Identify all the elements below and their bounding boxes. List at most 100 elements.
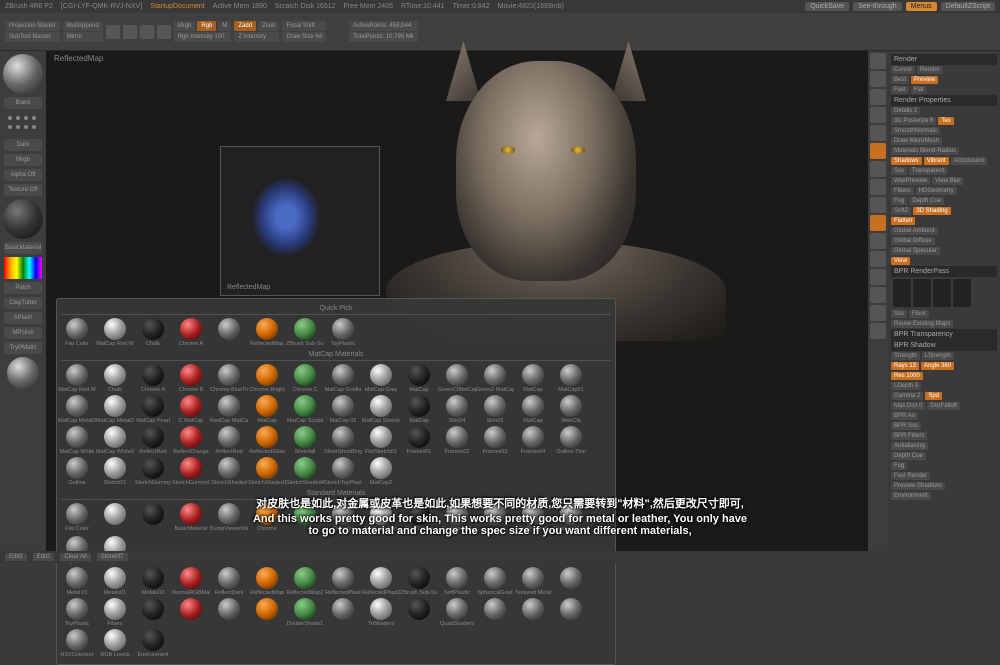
zsub-button[interactable]: Zsub: [258, 21, 279, 31]
res-slider[interactable]: Res 1000: [891, 372, 923, 380]
material-swatch[interactable]: FastShader: [403, 503, 435, 532]
material-swatch[interactable]: Outline Thin: [555, 426, 587, 455]
material-swatch[interactable]: Frames04: [517, 426, 549, 455]
subtool-master-button[interactable]: SubTool Master: [5, 32, 60, 42]
material-swatch[interactable]: Sketch01: [99, 457, 131, 486]
material-swatch[interactable]: MatCap Red W: [61, 364, 93, 393]
clearall-button[interactable]: Clear All: [60, 553, 90, 561]
antialiasing-header[interactable]: Antialiasing: [891, 442, 928, 450]
edit2-button[interactable]: Edit2: [5, 553, 27, 561]
cursor-button[interactable]: Cursor: [891, 66, 915, 74]
smooth-normals-toggle[interactable]: SmoothNormals: [891, 127, 940, 135]
material-swatch[interactable]: MatCap MetalD: [61, 395, 93, 424]
ghost-icon[interactable]: [870, 287, 886, 303]
material-swatch[interactable]: MatCap: [403, 364, 435, 393]
material-swatch[interactable]: MatCap 02: [327, 395, 359, 424]
trypmatic-button[interactable]: TryPMatic: [4, 342, 42, 354]
menus-button[interactable]: Menus: [906, 2, 937, 11]
material-swatch[interactable]: Frames03: [479, 426, 511, 455]
fog2-header[interactable]: Fog: [891, 462, 907, 470]
material-swatch[interactable]: MatCap Gorilla: [327, 364, 359, 393]
material-swatch[interactable]: [175, 598, 207, 627]
strength-slider[interactable]: Strength: [891, 352, 920, 360]
material-swatch[interactable]: MatCap2: [365, 457, 397, 486]
rotate-icon[interactable]: [870, 269, 886, 285]
material-swatch[interactable]: Frames01: [403, 426, 435, 455]
quicksave-button[interactable]: QuickSave: [805, 2, 849, 11]
material-swatch[interactable]: Chrome BlueTin: [213, 364, 245, 393]
fibers-toggle[interactable]: Fibers: [891, 187, 914, 195]
material-swatch[interactable]: SketchGummy01: [175, 457, 207, 486]
fog-toggle[interactable]: Fog: [891, 197, 907, 205]
material-swatch[interactable]: MatCap Gray: [365, 364, 397, 393]
claytuber-button[interactable]: ClayTuber: [4, 297, 42, 309]
storemt-button[interactable]: StoreMT: [97, 553, 128, 561]
z-intensity-slider[interactable]: Z Intensity: [234, 32, 279, 42]
draw-size-slider[interactable]: Draw Size 64: [282, 32, 326, 42]
bpr-ao-header[interactable]: BPR Ao: [891, 412, 918, 420]
material-swatch[interactable]: Frames02: [441, 426, 473, 455]
edit2b-button[interactable]: Edit2: [33, 553, 55, 561]
material-swatch[interactable]: Chalk: [99, 364, 131, 393]
zadd-button[interactable]: Zadd: [234, 21, 256, 31]
material-swatch[interactable]: ReflectDark: [213, 567, 245, 596]
tool-icon[interactable]: [123, 25, 137, 39]
view-button[interactable]: View: [891, 257, 910, 265]
material-swatch[interactable]: MatCap Pearl: [137, 395, 169, 424]
bpr-icon[interactable]: [870, 53, 886, 69]
distfalloff-slider[interactable]: DistFalloff: [927, 402, 960, 410]
sss-toggle[interactable]: Sss: [891, 167, 907, 175]
aocclusion-toggle[interactable]: AOcclusion: [951, 157, 987, 165]
scale-icon[interactable]: [870, 251, 886, 267]
material-swatch[interactable]: [137, 503, 169, 532]
material-swatch[interactable]: MatCap: [403, 395, 435, 424]
fastrender-header[interactable]: Fast Render: [891, 472, 930, 480]
material-swatch[interactable]: SoftPlastic: [441, 567, 473, 596]
lclick-icon[interactable]: [870, 197, 886, 213]
maxdist-slider[interactable]: Max Dist 0: [891, 402, 925, 410]
material-swatch[interactable]: [251, 598, 283, 627]
material-swatch[interactable]: Skin05: [479, 395, 511, 424]
material-swatch[interactable]: [555, 567, 587, 596]
material-swatch[interactable]: [137, 598, 169, 627]
global-diffuse-slider[interactable]: Global Diffuse: [891, 237, 935, 245]
material-swatch[interactable]: ToyPlastic: [327, 318, 359, 347]
brush-preview-sphere[interactable]: [3, 54, 43, 94]
material-swatch[interactable]: Green2 MatCap: [479, 364, 511, 393]
solo-icon[interactable]: [870, 305, 886, 321]
material-swatch[interactable]: Ormond: [327, 503, 359, 532]
seethrough-toggle[interactable]: See-through: [853, 2, 902, 11]
viewport-canvas[interactable]: ReflectedMap ReflectedMap Quick Pick Fla…: [46, 51, 868, 551]
splash-button[interactable]: SPlash: [4, 312, 42, 324]
previewshadows-header[interactable]: Preview Shadows: [891, 482, 945, 490]
shadows-toggle[interactable]: Shadows: [891, 157, 922, 165]
material-swatch[interactable]: MatCap: [251, 395, 283, 424]
material-swatch[interactable]: [213, 598, 245, 627]
material-swatch[interactable]: C MatCap: [175, 395, 207, 424]
material-swatch[interactable]: BumpViewerMat: [213, 503, 245, 532]
m-button[interactable]: M: [218, 21, 231, 31]
render-button[interactable]: Render: [917, 66, 943, 74]
material-swatch[interactable]: Flat Color: [61, 503, 93, 532]
spd-toggle[interactable]: Spd: [925, 392, 942, 400]
persp-icon[interactable]: [870, 143, 886, 159]
environment-header[interactable]: Environment: [891, 492, 931, 500]
floor-pass-button[interactable]: Floor: [909, 310, 929, 318]
tex-toggle[interactable]: Tex: [938, 117, 953, 125]
rgb-intensity-slider[interactable]: Rgb Intensity 100: [174, 32, 232, 42]
sss-pass-button[interactable]: Sss: [891, 310, 907, 318]
posterize-slider[interactable]: 3D Posterize 8: [891, 117, 936, 125]
rays-slider[interactable]: Rays 13: [891, 362, 919, 370]
material-swatch[interactable]: ReflectedGlow: [251, 426, 283, 455]
material-swatch[interactable]: TriShaders: [365, 598, 397, 627]
material-swatch[interactable]: SketchToyPlast1: [327, 457, 359, 486]
material-swatch[interactable]: Metal 01: [61, 567, 93, 596]
patch-button[interactable]: Patch: [4, 282, 42, 294]
material-swatch[interactable]: Chrome B: [175, 364, 207, 393]
color-swatch-picker[interactable]: [4, 257, 42, 279]
softz-toggle[interactable]: SoftZ: [891, 207, 911, 215]
material-swatch[interactable]: ReflectOrange: [175, 426, 207, 455]
material-swatch[interactable]: ReflectedPlast2: [365, 567, 397, 596]
material-swatch[interactable]: Silverfall: [289, 426, 321, 455]
material-swatch[interactable]: GradientMap2: [555, 503, 587, 532]
